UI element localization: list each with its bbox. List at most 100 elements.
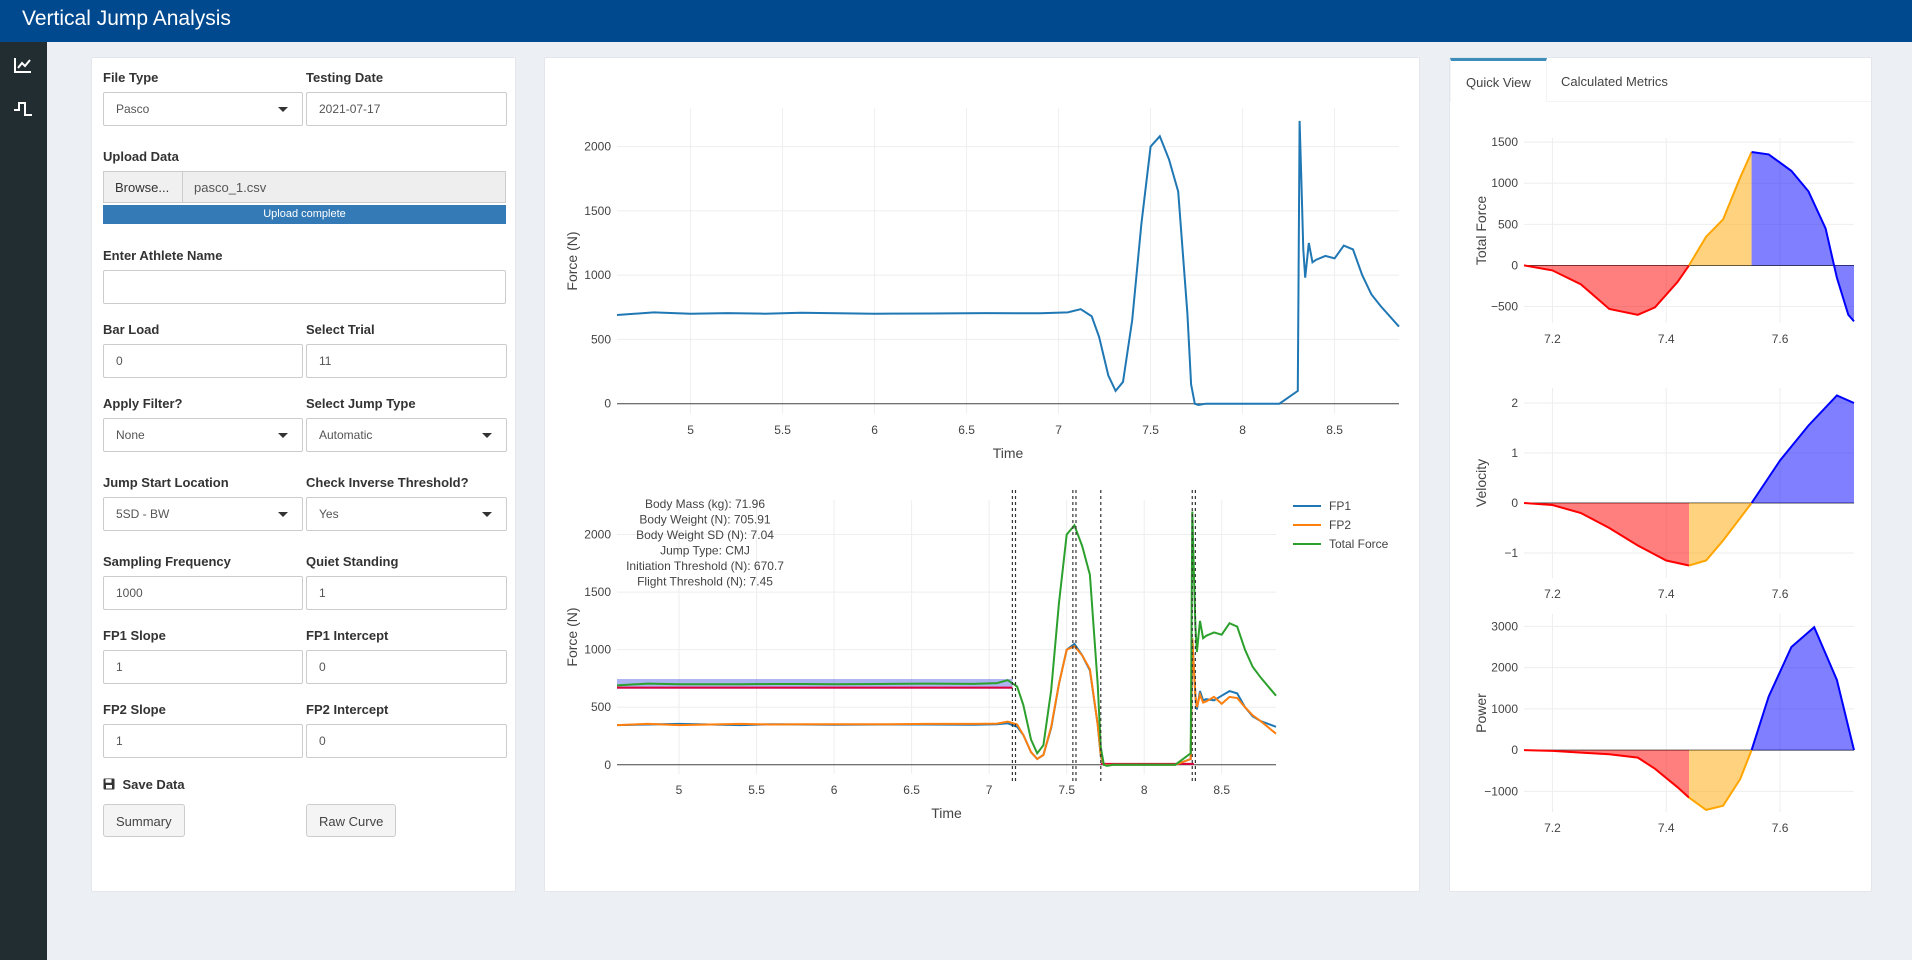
- x-tick-label: 7.4: [1658, 821, 1675, 835]
- y-tick-label: −1000: [1484, 784, 1518, 798]
- x-tick-label: 7.4: [1658, 332, 1675, 346]
- x-tick-label: 7.6: [1772, 332, 1789, 346]
- upload-progress-bar: Upload complete: [103, 205, 506, 224]
- file-name-display: pasco_1.csv: [183, 171, 506, 203]
- x-tick-label: 7.6: [1772, 587, 1789, 598]
- y-tick-label: 3000: [1491, 619, 1518, 633]
- y-tick-label: 0: [604, 397, 611, 411]
- legend-label: FP1: [1329, 499, 1351, 513]
- input-panel: File Type Pasco Testing Date 2021-07-17 …: [91, 57, 516, 892]
- x-tick-label: 5.5: [774, 423, 791, 437]
- x-tick-label: 6: [871, 423, 878, 437]
- testing-date-label: Testing Date: [306, 70, 384, 85]
- quick-view-panel: Quick View Calculated Metrics 7.2 7.4 7.6 −…: [1449, 57, 1872, 892]
- jump-type-label: Select Jump Type: [306, 396, 416, 411]
- y-axis-label: Power: [1473, 693, 1489, 733]
- select-trial-label: Select Trial: [306, 322, 375, 337]
- metrics-annotation: Body Weight SD (N): 7.04: [636, 528, 774, 542]
- x-tick-label: 5: [676, 783, 683, 797]
- x-tick-label: 7.5: [1142, 423, 1159, 437]
- series-line-fp2: [616, 638, 1277, 767]
- series-line-fp1: [616, 638, 1277, 767]
- fp1-slope-input[interactable]: 1: [103, 650, 303, 684]
- quiet-standing-label: Quiet Standing: [306, 554, 399, 569]
- summary-button[interactable]: Summary: [103, 804, 185, 837]
- y-tick-label: 2000: [1491, 661, 1518, 675]
- x-tick-label: 7.2: [1544, 821, 1561, 835]
- y-axis-label: Force (N): [564, 231, 580, 290]
- braking-phase-area: [1689, 750, 1752, 810]
- x-tick-label: 7.2: [1544, 587, 1561, 598]
- jump-type-select[interactable]: Automatic: [306, 418, 507, 452]
- save-data-link[interactable]: Save Data: [103, 776, 185, 794]
- bar-load-label: Bar Load: [103, 322, 160, 337]
- metrics-annotation: Flight Threshold (N): 7.45: [637, 575, 773, 589]
- total-force-phase-chart: 7.2 7.4 7.6 −500 0 500 1000 1500 Total Force: [1473, 135, 1855, 346]
- y-tick-label: 1000: [1491, 702, 1518, 716]
- fp1-intercept-input[interactable]: 0: [306, 650, 507, 684]
- fp2-slope-label: FP2 Slope: [103, 702, 166, 717]
- file-type-select[interactable]: Pasco: [103, 92, 303, 126]
- x-tick-label: 7: [1055, 423, 1062, 437]
- inverse-threshold-select[interactable]: Yes: [306, 497, 507, 531]
- y-tick-label: 500: [591, 700, 611, 714]
- file-type-label: File Type: [103, 70, 159, 85]
- testing-date-input[interactable]: 2021-07-17: [306, 92, 507, 126]
- y-tick-label: −500: [1491, 300, 1518, 314]
- x-tick-label: 6.5: [903, 783, 920, 797]
- app-header: Vertical Jump Analysis: [0, 0, 1912, 42]
- y-tick-label: 1500: [1491, 135, 1518, 149]
- metrics-annotation: Jump Type: CMJ: [660, 544, 750, 558]
- fp1-slope-label: FP1 Slope: [103, 628, 166, 643]
- x-tick-label: 7.5: [1058, 783, 1075, 797]
- sampling-frequency-input[interactable]: 1000: [103, 576, 303, 610]
- tab-calculated-metrics[interactable]: Calculated Metrics: [1546, 58, 1683, 102]
- fp2-intercept-label: FP2 Intercept: [306, 702, 389, 717]
- athlete-name-input[interactable]: [103, 270, 506, 304]
- fp1-intercept-label: FP1 Intercept: [306, 628, 389, 643]
- y-tick-label: −1: [1504, 546, 1518, 560]
- x-tick-label: 7.2: [1544, 332, 1561, 346]
- raw-force-chart: 5 5.5 6 6.5 7 7.5 8 8.5 0 500 1000 1500 2000 Time Forc…: [564, 108, 1400, 461]
- force-plates-chart: 5 5.5 6 6.5 7 7.5 8 8.5 0 500 1000 1500 2000 Time Forc…: [564, 490, 1389, 821]
- x-tick-label: 6: [831, 783, 838, 797]
- fp2-intercept-input[interactable]: 0: [306, 724, 507, 758]
- quiet-standing-input[interactable]: 1: [306, 576, 507, 610]
- y-tick-label: 500: [591, 332, 611, 346]
- app-title: Vertical Jump Analysis: [22, 7, 231, 30]
- apply-filter-select[interactable]: None: [103, 418, 303, 452]
- propulsion-phase-area: [1751, 395, 1854, 503]
- propulsion-phase-area: [1751, 152, 1854, 322]
- y-tick-label: 1500: [584, 204, 611, 218]
- x-tick-label: 7.4: [1658, 587, 1675, 598]
- fp2-slope-input[interactable]: 1: [103, 724, 303, 758]
- x-axis-label: Time: [931, 805, 962, 821]
- y-tick-label: 1000: [584, 268, 611, 282]
- force-series-line: [616, 120, 1400, 407]
- tab-quick-view[interactable]: Quick View: [1450, 58, 1547, 102]
- bar-load-input[interactable]: 0: [103, 344, 303, 378]
- save-data-label: Save Data: [122, 777, 185, 792]
- unweighting-phase-area: [1524, 503, 1689, 566]
- y-tick-label: 0: [1511, 743, 1518, 757]
- browse-button[interactable]: Browse...: [103, 171, 183, 203]
- jump-start-label: Jump Start Location: [103, 475, 229, 490]
- x-tick-label: 8: [1239, 423, 1246, 437]
- x-tick-label: 6.5: [958, 423, 975, 437]
- legend-label: FP2: [1329, 518, 1351, 532]
- line-chart-icon[interactable]: [12, 54, 34, 76]
- y-tick-label: 2: [1511, 396, 1518, 410]
- x-tick-label: 5: [687, 423, 694, 437]
- braking-phase-area: [1689, 503, 1752, 566]
- select-trial-input[interactable]: 11: [306, 344, 507, 378]
- apply-filter-label: Apply Filter?: [103, 396, 183, 411]
- step-signal-icon[interactable]: [12, 98, 34, 120]
- y-tick-label: 2000: [584, 140, 611, 154]
- y-tick-label: 1000: [1491, 176, 1518, 190]
- x-tick-label: 7: [986, 783, 993, 797]
- y-tick-label: 0: [604, 758, 611, 772]
- raw-curve-button[interactable]: Raw Curve: [306, 804, 397, 837]
- jump-start-select[interactable]: 5SD - BW: [103, 497, 303, 531]
- x-tick-label: 8: [1141, 783, 1148, 797]
- x-tick-label: 8.5: [1213, 783, 1230, 797]
